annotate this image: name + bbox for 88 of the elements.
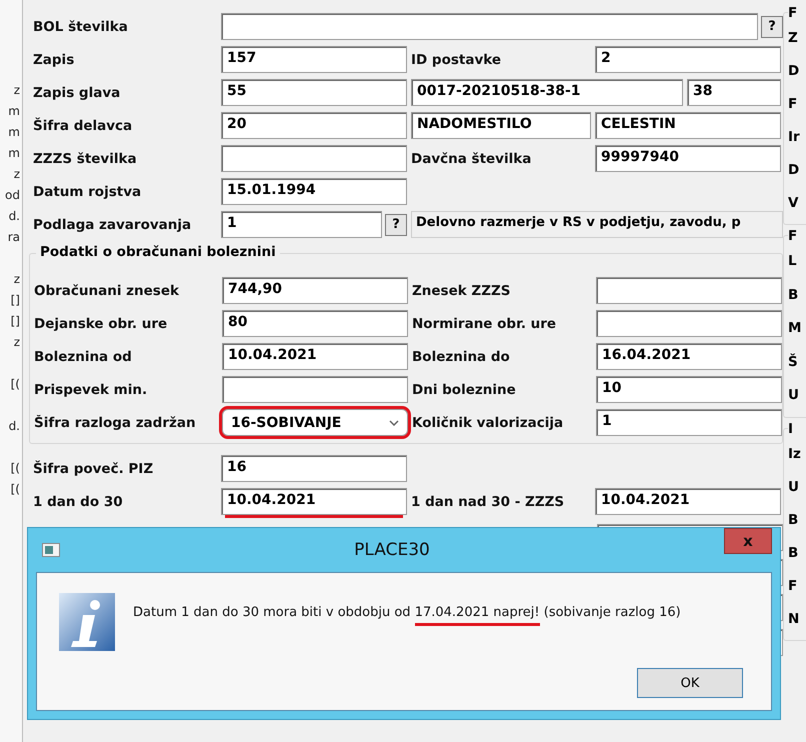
chevron-down-icon: [389, 420, 399, 426]
dropdown[interactable]: 16-SOBIVANJE: [222, 409, 408, 436]
input-field[interactable]: CELESTIN: [595, 112, 781, 139]
cut-text: B: [788, 286, 800, 304]
field-label: Obračunani znesek: [34, 282, 180, 298]
cut-text: Iz: [788, 444, 802, 464]
cut-text: m: [8, 103, 21, 120]
input-field[interactable]: [221, 13, 758, 40]
dialog-title: PLACE30: [353, 540, 431, 560]
input-field[interactable]: 80: [222, 310, 408, 337]
help-button[interactable]: ?: [761, 16, 783, 38]
cut-text: z: [14, 271, 21, 288]
close-button[interactable]: x: [724, 528, 772, 554]
input-field[interactable]: 10: [596, 376, 782, 403]
input-field[interactable]: 10.04.2021: [221, 488, 407, 515]
field-label: Zapis: [33, 52, 76, 68]
cut-text: U: [788, 386, 800, 405]
input-field[interactable]: [596, 310, 782, 337]
cut-text: N: [788, 610, 800, 628]
input-field[interactable]: 38: [687, 79, 781, 106]
cut-text: Š: [788, 352, 799, 372]
input-field[interactable]: 99997940: [595, 145, 781, 172]
input-field[interactable]: [222, 376, 408, 403]
field-label: Normirane obr. ure: [412, 316, 558, 332]
field-label: Boleznina od: [34, 348, 133, 364]
ok-button[interactable]: OK: [637, 668, 743, 698]
cut-text: m: [8, 145, 21, 162]
input-field[interactable]: 0017-20210518-38-1: [411, 79, 683, 106]
field-label: ZZZS številka: [33, 150, 138, 166]
input-field[interactable]: 1: [596, 409, 782, 436]
cut-text: U: [788, 478, 800, 496]
cut-text: []: [10, 313, 21, 330]
cut-text: F: [788, 576, 798, 596]
field-label: BOL številka: [33, 18, 129, 34]
cut-text: [(: [10, 460, 21, 477]
cut-text: D: [788, 62, 800, 81]
field-label: Dejanske obr. ure: [34, 316, 168, 332]
field-label: Podlaga zavarovanja: [33, 216, 192, 232]
cut-text: z: [14, 166, 21, 183]
field-label: 1 dan nad 30 - ZZZS: [411, 494, 566, 510]
input-field[interactable]: 744,90: [222, 277, 408, 304]
cut-text: L: [788, 252, 798, 271]
cut-text: F: [788, 95, 798, 114]
field-label: Šifra poveč. PIZ: [33, 460, 154, 476]
cut-text: d.: [8, 418, 21, 435]
field-label: Dni boleznine: [412, 382, 517, 398]
field-label: Prispevek min.: [34, 382, 148, 398]
field-label: Zapis glava: [33, 84, 122, 100]
cut-text: B: [788, 544, 800, 562]
cut-text: [(: [10, 481, 21, 498]
cut-text: M: [788, 319, 802, 338]
help-button[interactable]: ?: [385, 214, 407, 236]
field-label: ID postavke: [411, 52, 502, 68]
cut-text: m: [8, 124, 21, 141]
field-label: Davčna številka: [411, 150, 532, 166]
cut-text: [(: [10, 376, 21, 393]
input-field[interactable]: NADOMESTILO: [411, 112, 591, 139]
description-field: Delovno razmerje v RS v podjetju, zavodu, p: [411, 211, 783, 238]
input-field[interactable]: 16: [221, 455, 407, 482]
cut-text: []: [10, 292, 21, 309]
field-label: Šifra delavca: [33, 118, 134, 134]
input-field[interactable]: 157: [221, 46, 407, 73]
cut-text: V: [788, 194, 800, 213]
cut-text: d.: [8, 208, 21, 225]
cut-text: ra: [8, 229, 21, 246]
input-field[interactable]: 15.01.1994: [221, 178, 407, 205]
field-label: Datum rojstva: [33, 184, 142, 200]
input-field[interactable]: 1: [221, 211, 382, 238]
input-field[interactable]: [596, 277, 782, 304]
field-label: 1 dan do 30: [33, 494, 124, 510]
cut-text: Z: [788, 29, 799, 48]
cut-text: od: [5, 187, 21, 204]
cut-text: Ir: [788, 128, 801, 147]
field-label: Boleznina do: [412, 348, 511, 364]
input-field[interactable]: 2: [595, 46, 781, 73]
field-label: Količnik valorizacija: [412, 414, 564, 430]
cut-text: z: [14, 82, 21, 99]
input-field[interactable]: 10.04.2021: [222, 343, 408, 370]
input-field[interactable]: [221, 145, 407, 172]
input-field[interactable]: 20: [221, 112, 407, 139]
cut-text: z: [14, 334, 21, 351]
input-field[interactable]: 10.04.2021: [595, 488, 781, 515]
cut-text: B: [788, 510, 800, 530]
window-icon: [42, 543, 60, 557]
input-field[interactable]: 16.04.2021: [596, 343, 782, 370]
input-field[interactable]: 55: [221, 79, 407, 106]
cut-text: D: [788, 161, 800, 180]
field-label: Znesek ZZZS: [412, 282, 512, 298]
